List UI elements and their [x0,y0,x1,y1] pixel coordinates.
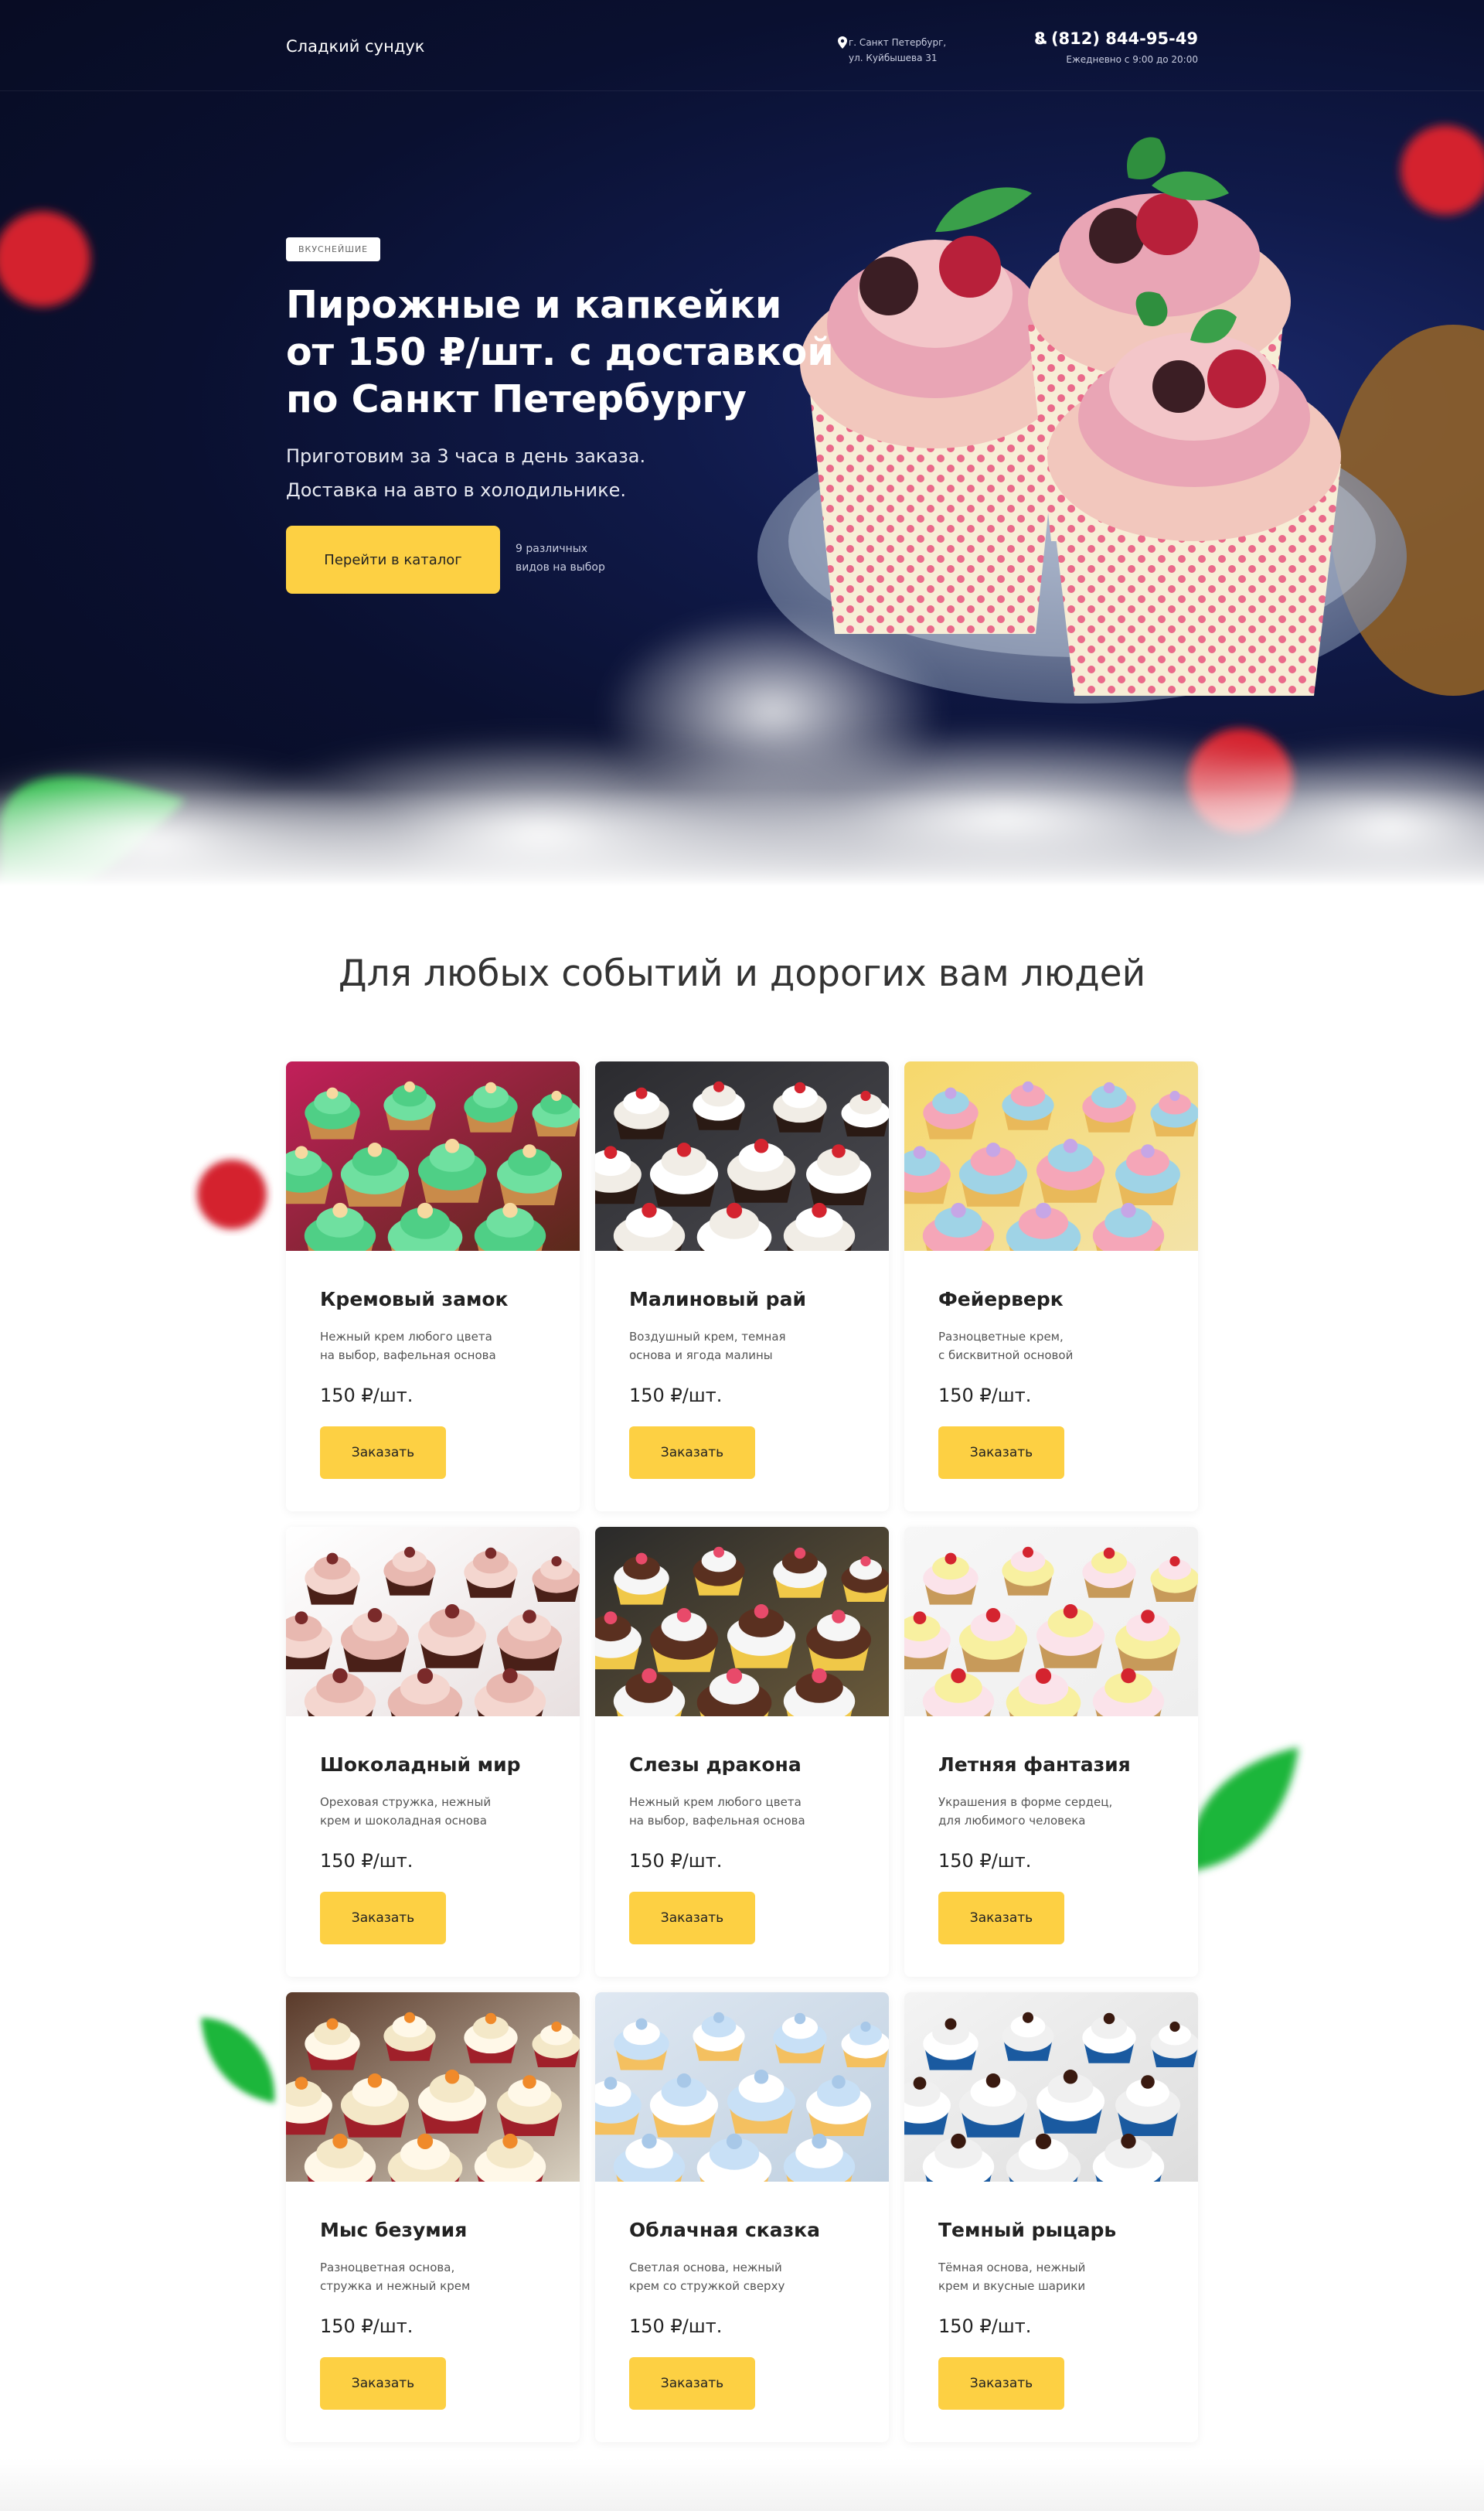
address-line-1: г. Санкт Петербург, [849,37,947,48]
product-card: Мыс безумия Разноцветная основа, стружка… [286,1992,580,2442]
cta-note: 9 различных видов на выбор [516,540,647,577]
product-image [595,1527,889,1716]
order-button[interactable]: Заказать [938,2357,1064,2410]
product-description: Воздушный крем, темная основа и ягода ма… [629,1330,786,1362]
product-card: Кремовый замок Нежный крем любого цвета … [286,1061,580,1511]
cta-note-line-2: видов на выбор [516,561,605,574]
hero-title-line-3: по Санкт Петербургу [286,377,747,421]
product-card: Темный рыцарь Тёмная основа, нежный крем… [904,1992,1198,2442]
hero-subtitle-line-1: Приготовим за 3 часа в день заказа. [286,445,646,467]
product-price: 150 ₽/шт. [629,1385,723,1406]
hero-title-line-2: от 150 ₽/шт. с доставкой [286,330,834,374]
product-description: Тёмная основа, нежный крем и вкусные шар… [938,2261,1086,2293]
address-line-2: ул. Куйбышева 31 [849,53,938,63]
product-title: Темный рыцарь [938,2219,1117,2241]
order-button[interactable]: Заказать [629,1892,755,1944]
product-title: Облачная сказка [629,2219,820,2241]
product-image [286,1992,580,2182]
cloud-fade [0,789,1484,912]
product-description: Разноцветные крем, с бисквитной основой [938,1330,1074,1362]
product-description: Светлая основа, нежный крем со стружкой … [629,2261,785,2293]
product-price: 150 ₽/шт. [320,1850,414,1872]
catalog-button[interactable]: Перейти в каталог [286,526,500,594]
product-title: Фейерверк [938,1288,1064,1310]
product-price: 150 ₽/шт. [320,1385,414,1406]
product-description: Нежный крем любого цвета на выбор, вафел… [320,1330,496,1362]
product-card: Шоколадный мир Ореховая стружка, нежный … [286,1527,580,1977]
product-title: Летняя фантазия [938,1753,1131,1776]
product-image [904,1527,1198,1716]
raspberry-decoration [197,1160,267,1229]
order-button[interactable]: Заказать [629,2357,755,2410]
product-grid: Кремовый замок Нежный крем любого цвета … [286,1061,1198,2442]
cta-note-line-1: 9 различных [516,543,588,555]
order-button[interactable]: Заказать [938,1892,1064,1944]
product-price: 150 ₽/шт. [938,1850,1032,1872]
address: г. Санкт Петербург, ул. Куйбышева 31 [838,35,947,66]
hero-subtitle: Приготовим за 3 часа в день заказа. Дост… [286,439,719,507]
phone-number[interactable]: 8 (812) 844-95-49 [1034,29,1198,48]
product-image [286,1527,580,1716]
product-price: 150 ₽/шт. [938,1385,1032,1406]
product-title: Шоколадный мир [320,1753,521,1776]
product-price: 150 ₽/шт. [320,2315,414,2337]
product-description: Разноцветная основа, стружка и нежный кр… [320,2261,471,2293]
product-description: Ореховая стружка, нежный крем и шоколадн… [320,1795,492,1828]
hero-badge: ВКУСНЕЙШИЕ [286,237,381,261]
product-image [904,1061,1198,1251]
product-title: Слезы дракона [629,1753,802,1776]
order-button[interactable]: Заказать [320,1426,446,1479]
leaf-decoration-small [201,2018,275,2103]
footer-fade [0,2458,1484,2511]
product-title: Малиновый рай [629,1288,806,1310]
product-description: Украшения в форме сердец, для любимого ч… [938,1795,1113,1828]
map-pin-icon [838,36,847,49]
product-price: 150 ₽/шт. [938,2315,1032,2337]
product-title: Кремовый замок [320,1288,509,1310]
site-logo[interactable]: Сладкий сундук [286,37,424,56]
product-card: Малиновый рай Воздушный крем, темная осн… [595,1061,889,1511]
product-title: Мыс безумия [320,2219,468,2241]
product-price: 150 ₽/шт. [629,2315,723,2337]
product-price: 150 ₽/шт. [629,1850,723,1872]
hero-title: Пирожные и капкейки от 150 ₽/шт. с доста… [286,281,842,423]
phone-icon [1036,33,1047,44]
catalog-title: Для любых событий и дорогих вам людей [338,952,1146,995]
product-card: Фейерверк Разноцветные крем, с бисквитно… [904,1061,1198,1511]
product-card: Летняя фантазия Украшения в форме сердец… [904,1527,1198,1977]
product-image [595,1061,889,1251]
hero-section: Сладкий сундук г. Санкт Петербург, ул. К… [0,0,1484,912]
product-card: Облачная сказка Светлая основа, нежный к… [595,1992,889,2442]
hero-illustration [0,125,1484,912]
working-hours: Ежедневно с 9:00 до 20:00 [1066,54,1198,65]
order-button[interactable]: Заказать [320,2357,446,2410]
order-button[interactable]: Заказать [629,1426,755,1479]
product-image [595,1992,889,2182]
contact-block: 8 (812) 844-95-49 Ежедневно с 9:00 до 20… [1034,29,1198,65]
order-button[interactable]: Заказать [320,1892,446,1944]
hero-title-line-1: Пирожные и капкейки [286,283,782,327]
product-card: Слезы дракона Нежный крем любого цвета н… [595,1527,889,1977]
hero-subtitle-line-2: Доставка на авто в холодильнике. [286,479,627,501]
product-description: Нежный крем любого цвета на выбор, вафел… [629,1795,805,1828]
order-button[interactable]: Заказать [938,1426,1064,1479]
site-header: Сладкий сундук г. Санкт Петербург, ул. К… [0,0,1484,91]
product-image [904,1992,1198,2182]
product-image [286,1061,580,1251]
